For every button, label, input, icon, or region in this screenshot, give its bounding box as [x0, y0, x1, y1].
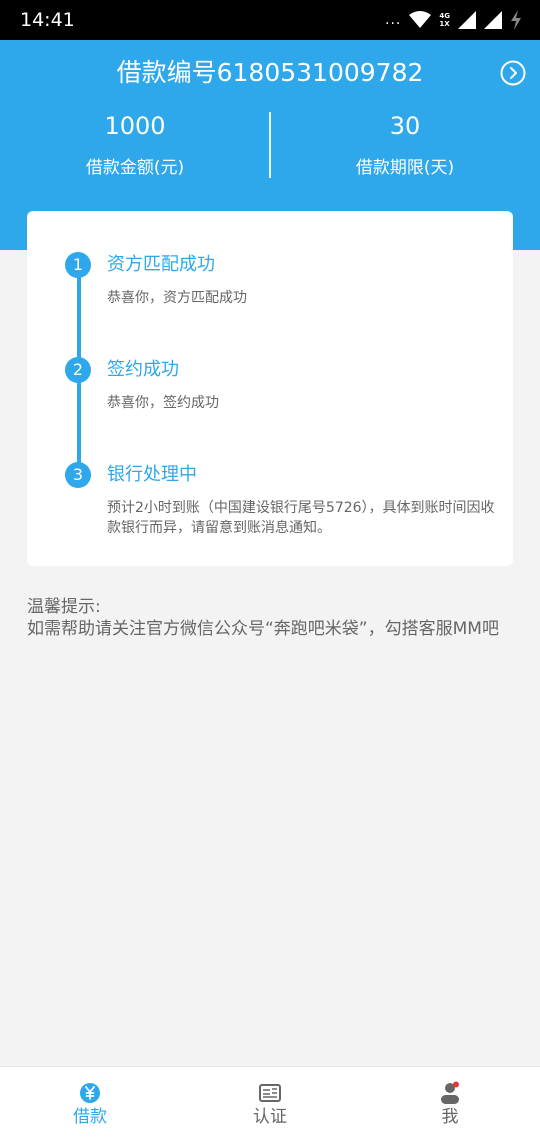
bottom-nav: 借款 认证 我: [0, 1066, 540, 1141]
tip-heading: 温馨提示:: [27, 597, 101, 617]
nav-label-loan: 借款: [73, 1107, 107, 1127]
tip-body: 如需帮助请关注官方微信公众号“奔跑吧米袋”，勾搭客服MM吧: [27, 619, 499, 639]
loan-amount-label: 借款金额(元): [85, 158, 185, 178]
id-card-icon: [259, 1084, 281, 1102]
chevron-right-circle-icon[interactable]: [500, 60, 526, 86]
network-type-bottom: 1X: [439, 20, 450, 28]
notification-badge: [453, 1081, 459, 1088]
signal-icon-2: [484, 11, 502, 29]
step-description: 恭喜你，签约成功: [107, 395, 219, 411]
loan-amount-value: 1000: [104, 112, 166, 140]
signal-icon: [458, 11, 476, 29]
progress-card: 1 资方匹配成功 恭喜你，资方匹配成功 2 签约成功 恭喜你，签约成功 3 银行…: [27, 211, 513, 566]
nav-label-me: 我: [441, 1107, 459, 1127]
step-number: 3: [65, 462, 91, 488]
wifi-icon: [409, 11, 432, 28]
status-icons: ... 4G 1X: [385, 8, 522, 32]
yuan-coin-icon: [80, 1083, 100, 1103]
nav-item-me[interactable]: 我: [360, 1067, 540, 1141]
loan-number-title: 借款编号6180531009782: [116, 58, 424, 87]
battery-charging-icon: [511, 10, 521, 30]
nav-label-verify: 认证: [253, 1107, 287, 1127]
step-title: 资方匹配成功: [107, 254, 215, 275]
network-type-top: 4G: [439, 12, 450, 20]
loan-amount-stat: 1000 借款金额(元): [0, 110, 270, 180]
network-type: 4G 1X: [439, 12, 450, 28]
notification-dots: ...: [385, 12, 402, 28]
user-icon: [441, 1081, 459, 1104]
step-description: 恭喜你，资方匹配成功: [107, 290, 247, 306]
tip-section: 温馨提示: 如需帮助请关注官方微信公众号“奔跑吧米袋”，勾搭客服MM吧: [27, 596, 513, 640]
step-number: 1: [65, 252, 91, 278]
step-title: 银行处理中: [107, 464, 197, 485]
step-number: 2: [65, 357, 91, 383]
loan-term-value: 30: [389, 112, 421, 140]
nav-item-loan[interactable]: 借款: [0, 1067, 180, 1141]
status-bar: 14:41 ... 4G 1X: [0, 0, 540, 40]
step-description: 预计2小时到账（中国建设银行尾号5726），具体到账时间因收款银行而异，请留意到…: [107, 500, 495, 536]
loan-term-label: 借款期限(天): [355, 158, 455, 178]
nav-item-verify[interactable]: 认证: [180, 1067, 360, 1141]
loan-term-stat: 30 借款期限(天): [270, 110, 540, 180]
step-title: 签约成功: [107, 359, 179, 380]
status-time: 14:41: [20, 9, 75, 31]
